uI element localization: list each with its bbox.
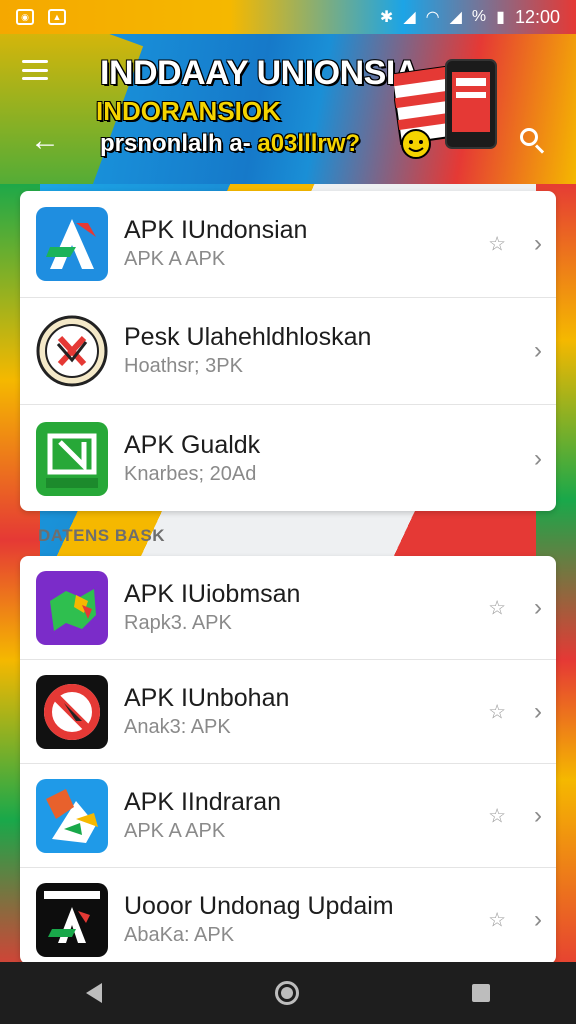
list-item[interactable]: Pesk Ulahehldhloskan Hoathsr; 3PK ›: [20, 298, 556, 405]
menu-icon-bar: [22, 68, 48, 72]
chevron-right-icon: ›: [534, 801, 542, 829]
list-item[interactable]: APK IUndonsian APK A APK ☆ ›: [20, 191, 556, 298]
chevron-right-icon: ›: [534, 230, 542, 257]
search-button[interactable]: [518, 126, 548, 156]
status-bar: ◉ ▲ ✱ ◢ ◠ ◢ % ▮ 12:00: [0, 0, 576, 34]
seal-icon: [36, 314, 108, 388]
menu-icon-bar: [22, 77, 48, 80]
header-tagline-part2: a03lllrw?: [257, 130, 361, 157]
star-icon[interactable]: ☆: [488, 908, 506, 933]
no-sign-icon: [36, 674, 108, 749]
bluetooth-icon: ✱: [379, 9, 394, 26]
app-name: Pesk Ulahehldhloskan: [124, 323, 372, 351]
list-item[interactable]: APK IUnbohan Anak3: APK ☆ ›: [20, 660, 556, 764]
menu-icon-bar: [22, 60, 48, 63]
signal-icon: ◢: [403, 9, 416, 26]
app-subtitle: Hoathsr; 3PK: [124, 355, 243, 377]
star-icon[interactable]: ☆: [488, 595, 506, 620]
nav-recents-button[interactable]: [471, 984, 490, 1002]
image-notification-icon: ▲: [48, 9, 66, 25]
wifi-icon: ◠: [425, 9, 440, 26]
chevron-right-icon: ›: [534, 697, 542, 725]
green-n-icon: [36, 421, 108, 496]
nav-home-button[interactable]: [274, 981, 299, 1005]
app-subtitle: Knarbes; 20Ad: [124, 462, 257, 485]
app-list-card-bottom: APK IUiobmsan Rapk3. APK ☆ › APK IUnboha…: [20, 556, 556, 964]
list-item[interactable]: APK Gualdk Knarbes; 20Ad ›: [20, 405, 556, 511]
status-left-icons: ◉ ▲: [16, 9, 66, 25]
signal-icon-2: ◢: [449, 9, 462, 26]
notification-icon: ◉: [16, 9, 34, 25]
chevron-right-icon: ›: [534, 444, 542, 472]
app-header: INDDAAY UNIONSIA INDORANSIOK prsnonlalh …: [0, 34, 576, 184]
app-list-card-top: APK IUndonsian APK A APK ☆ › Pesk Ulaheh…: [20, 191, 556, 511]
menu-button[interactable]: [22, 60, 48, 80]
status-time: 12:00: [514, 6, 560, 27]
star-icon[interactable]: ☆: [488, 699, 506, 724]
chevron-right-icon: ›: [534, 906, 542, 933]
battery-indicator: %: [471, 8, 487, 25]
header-tagline: prsnonlalh a- a03lllrw?: [100, 130, 360, 158]
nav-back-button[interactable]: [86, 983, 103, 1003]
list-item[interactable]: APK IIndraran APK A APK ☆ ›: [20, 764, 556, 868]
back-arrow-button[interactable]: ←: [30, 126, 60, 156]
search-icon-handle: [534, 144, 545, 154]
star-icon[interactable]: ☆: [488, 803, 506, 828]
section-header: DATENS BASK: [38, 526, 166, 545]
header-tagline-part1: prsnonlalh a-: [100, 130, 258, 157]
search-icon: [520, 128, 538, 146]
paint-icon: [36, 778, 108, 853]
chevron-right-icon: ›: [534, 337, 542, 364]
indonesia-flag-illustration: [394, 59, 497, 159]
list-item[interactable]: APK IUiobmsan Rapk3. APK ☆ ›: [20, 556, 556, 660]
list-item-text: APK Gualdk Knarbes; 20Ad: [124, 430, 556, 488]
map-icon: [36, 570, 108, 645]
list-item[interactable]: Uooor Undonag Updaim AbaKa: APK ☆ ›: [20, 868, 556, 964]
app-name: APK Gualdk: [124, 430, 261, 459]
list-item-text: Pesk Ulahehldhloskan Hoathsr; 3PK: [124, 322, 556, 380]
status-right-icons: ✱ ◢ ◠ ◢ % ▮ 12:00: [380, 7, 560, 28]
header-title: INDDAAY UNIONSIA: [100, 54, 419, 92]
battery-icon: ▮: [496, 9, 505, 26]
header-subtitle: INDORANSIOK: [96, 96, 281, 126]
star-icon[interactable]: ☆: [488, 232, 506, 257]
black-a-icon: [36, 883, 108, 957]
apk-a-icon: [36, 207, 108, 281]
system-navigation-bar: [0, 962, 576, 1024]
chevron-right-icon: ›: [534, 593, 542, 621]
